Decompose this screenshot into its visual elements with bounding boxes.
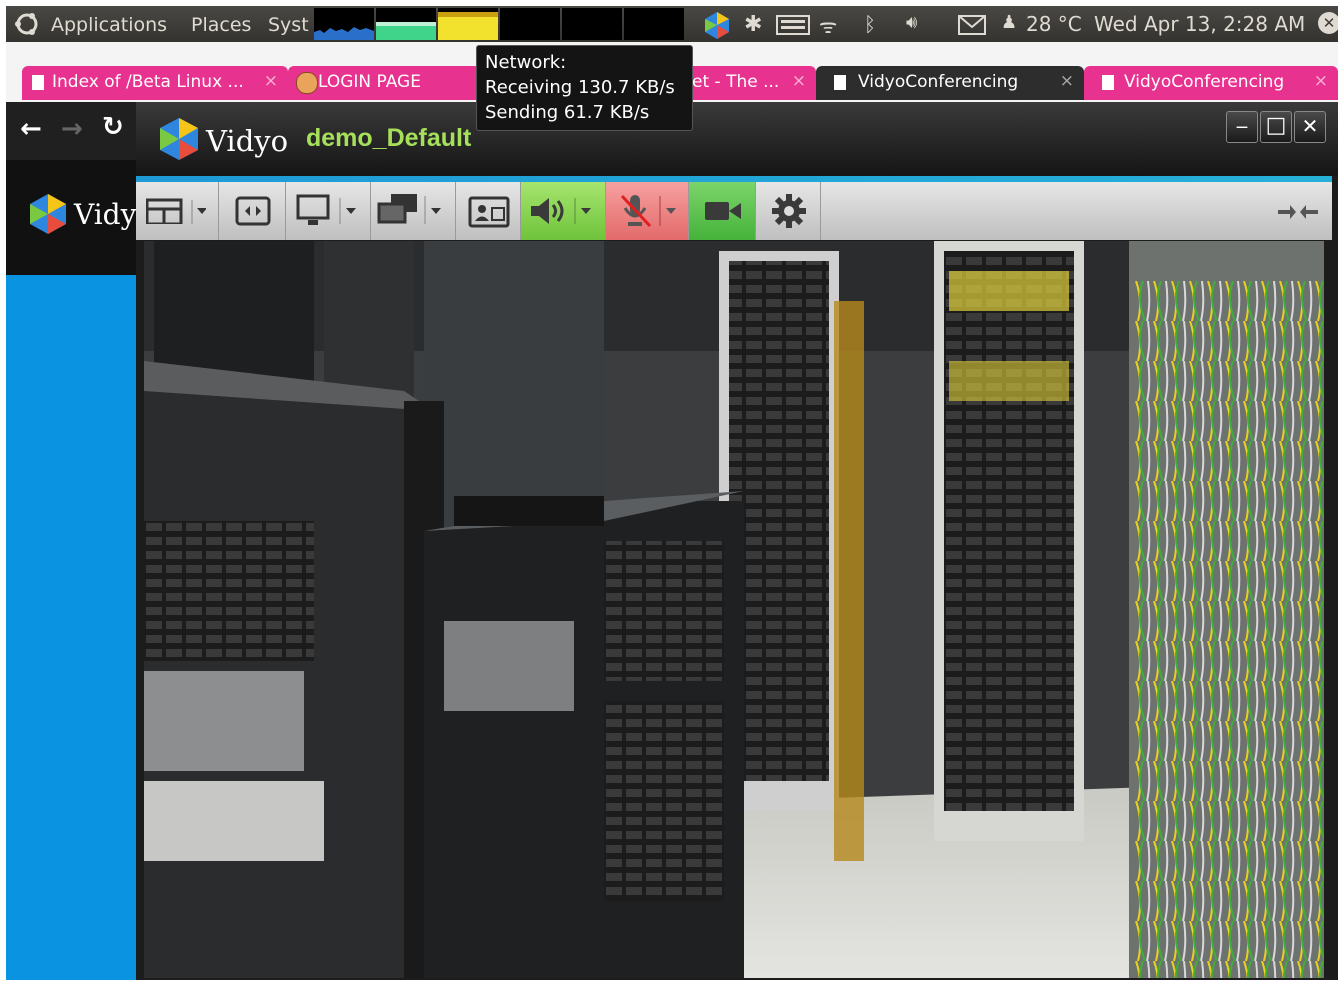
- close-button[interactable]: ✕: [1294, 111, 1326, 143]
- tab-close-button[interactable]: ×: [1060, 71, 1074, 91]
- tab-close-button[interactable]: ×: [1314, 71, 1328, 91]
- receiving-rate: Receiving 130.7 KB/s: [485, 77, 675, 98]
- speaker-icon: [531, 198, 591, 224]
- menu-places[interactable]: Places: [191, 14, 251, 36]
- maximize-button[interactable]: □: [1260, 111, 1292, 143]
- user-icon[interactable]: ♟: [1001, 12, 1017, 33]
- reload-icon[interactable]: ↻: [102, 112, 124, 142]
- microphone-muted-icon: [620, 194, 676, 228]
- gear-icon: [772, 194, 806, 228]
- self-view-button[interactable]: [456, 182, 521, 240]
- forward-icon[interactable]: →: [61, 114, 83, 144]
- monitors-icon: [377, 194, 441, 224]
- tab-vidyoconferencing[interactable]: VidyoConferencing ×: [1084, 66, 1338, 100]
- vidyo-title-bar[interactable]: Vidyo demo_Default: [136, 102, 1338, 176]
- network-tooltip: Network: Receiving 130.7 KB/s Sending 61…: [476, 45, 693, 131]
- tab-label: Index of /Beta Linux ...: [52, 72, 244, 92]
- room-name: demo_Default: [306, 124, 472, 152]
- tab-label: VidyoConferencing: [1124, 72, 1285, 92]
- vidyo-tray-icon[interactable]: [702, 10, 732, 40]
- menu-applications[interactable]: Applications: [51, 14, 167, 36]
- mail-icon[interactable]: [958, 15, 986, 35]
- speaker-button[interactable]: [521, 182, 606, 240]
- wifi-icon[interactable]: ᯤ: [819, 12, 837, 39]
- menu-system[interactable]: Syst: [268, 14, 309, 36]
- vidyo-toolbar: [136, 182, 1332, 240]
- camera-button[interactable]: [689, 182, 756, 240]
- self-view-icon: [468, 196, 510, 228]
- cpu-monitor-graph[interactable]: [314, 8, 374, 40]
- vidyo-logo-text: Vidyo: [206, 124, 289, 158]
- layout-grid-icon: [146, 198, 206, 224]
- tab-label: VidyoConferencing: [858, 72, 1019, 92]
- remote-video-feed[interactable]: [144, 241, 1324, 978]
- server-room-video-image: [144, 241, 1324, 978]
- fullscreen-button[interactable]: [219, 182, 286, 240]
- close-icon[interactable]: ✕: [1318, 12, 1338, 34]
- tab-label: et - The ...: [692, 72, 780, 92]
- fullscreen-icon: [235, 196, 271, 226]
- page-header: Vidy: [6, 160, 140, 275]
- tab-index-beta-linux[interactable]: Index of /Beta Linux ... ×: [22, 66, 288, 100]
- minimize-button[interactable]: ‒: [1226, 111, 1258, 143]
- network-monitor-graph[interactable]: [438, 8, 498, 40]
- load-monitor-graph[interactable]: [562, 8, 622, 40]
- page-icon: [32, 75, 44, 90]
- page-background: [6, 275, 140, 980]
- disk-monitor-graph[interactable]: [624, 8, 684, 40]
- page-icon: [834, 75, 846, 90]
- settings-button[interactable]: [756, 182, 821, 240]
- settings-tray-icon[interactable]: ✱: [744, 12, 762, 37]
- collapse-toolbar-icon[interactable]: [1276, 202, 1320, 222]
- tab-vidyoconferencing-active[interactable]: VidyoConferencing ×: [816, 66, 1084, 100]
- layout-button[interactable]: [136, 182, 219, 240]
- temperature-readout[interactable]: 28 °C: [1026, 12, 1082, 36]
- back-icon[interactable]: ←: [20, 114, 42, 144]
- vidyo-logo-icon: [30, 194, 66, 234]
- login-favicon-icon: [296, 72, 318, 94]
- top-panel: Applications Places Syst ✱ ᯤ ᛒ 🔊︎ ♟ 28 °…: [6, 6, 1338, 42]
- camera-icon: [705, 202, 741, 220]
- view-share-button[interactable]: [371, 182, 456, 240]
- clock[interactable]: Wed Apr 13, 2:28 AM: [1094, 12, 1305, 36]
- monitor-icon: [296, 194, 356, 225]
- tab-close-button[interactable]: ×: [264, 71, 278, 91]
- ubuntu-logo-icon[interactable]: [14, 11, 40, 37]
- bluetooth-icon[interactable]: ᛒ: [864, 12, 876, 36]
- volume-icon[interactable]: 🔊︎: [906, 12, 917, 33]
- browser-nav-bar: ← → ↻: [6, 102, 140, 160]
- tooltip-title: Network:: [485, 52, 567, 73]
- memory-monitor-graph[interactable]: [376, 8, 436, 40]
- vidyo-logo-icon: [160, 118, 198, 160]
- microphone-mute-button[interactable]: [606, 182, 689, 240]
- share-screen-button[interactable]: [286, 182, 371, 240]
- tab-label: LOGIN PAGE: [318, 72, 421, 92]
- keyboard-icon[interactable]: [776, 15, 810, 35]
- page-icon: [1102, 75, 1114, 90]
- page-logo-text: Vidy: [74, 198, 137, 231]
- swap-monitor-graph[interactable]: [500, 8, 560, 40]
- tab-close-button[interactable]: ×: [792, 71, 806, 91]
- sending-rate: Sending 61.7 KB/s: [485, 102, 650, 123]
